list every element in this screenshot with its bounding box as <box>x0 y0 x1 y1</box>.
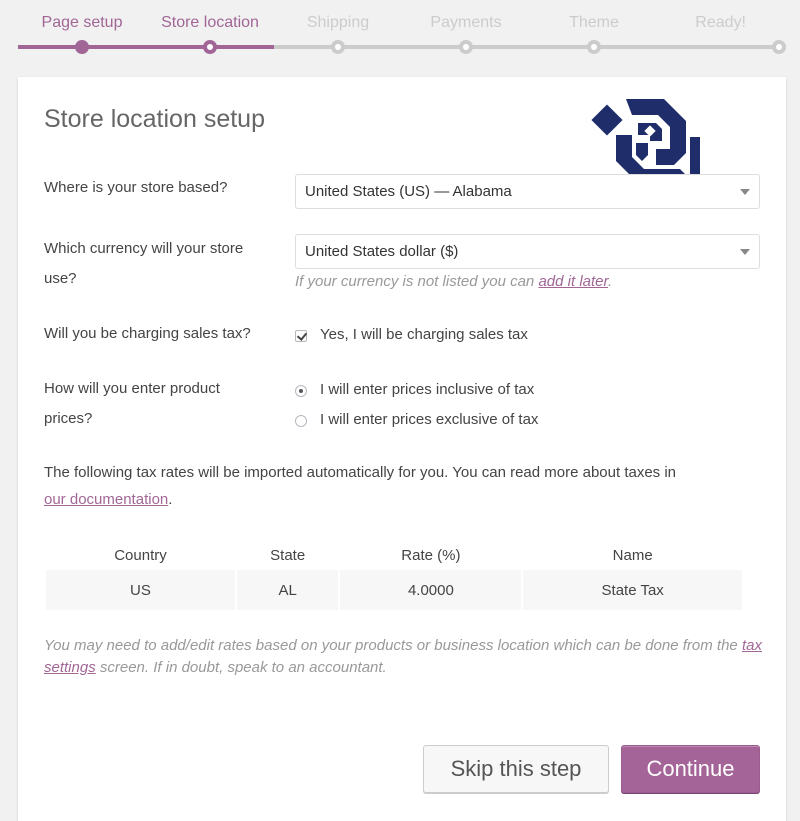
cell-state: AL <box>236 570 339 610</box>
setup-steps: Page setup Store location Shipping Payme… <box>18 0 786 60</box>
currency-value: United States dollar ($) <box>305 243 459 260</box>
currency-hint: If your currency is not listed you can a… <box>295 273 612 290</box>
prices-exclusive-radio[interactable] <box>295 415 307 427</box>
step-page-setup[interactable]: Page setup <box>18 0 146 60</box>
chevron-down-icon <box>740 249 750 255</box>
step-label: Store location <box>161 14 259 31</box>
currency-label-line2: use? <box>44 270 77 287</box>
step-dot <box>772 40 786 54</box>
step-label: Page setup <box>41 14 123 31</box>
tax-rates-table: Country State Rate (%) Name US AL 4.0000… <box>44 540 744 610</box>
documentation-link[interactable]: our documentation <box>44 491 168 508</box>
column-header-country: Country <box>114 546 167 564</box>
step-label: Ready! <box>695 14 746 31</box>
column-header-state: State <box>270 546 306 564</box>
prices-inclusive-label[interactable]: I will enter prices inclusive of tax <box>320 381 534 398</box>
store-country-value: United States (US) — Alabama <box>305 183 512 200</box>
store-based-label: Where is your store based? <box>44 179 228 196</box>
skip-step-button[interactable]: Skip this step <box>423 745 609 793</box>
table-header-row: Country State Rate (%) Name <box>46 540 742 570</box>
step-label: Payments <box>430 14 502 31</box>
column-header-rate: Rate (%) <box>401 546 461 564</box>
step-shipping[interactable]: Shipping <box>274 0 402 60</box>
prices-label-line1: How will you enter product <box>44 380 220 397</box>
step-store-location[interactable]: Store location <box>146 0 274 60</box>
cell-name: State Tax <box>523 570 742 610</box>
sales-tax-checkbox[interactable] <box>295 330 307 342</box>
prices-label-line2: prices? <box>44 410 93 427</box>
prices-exclusive-label[interactable]: I will enter prices exclusive of tax <box>320 411 538 428</box>
step-label: Shipping <box>306 14 370 31</box>
step-dot <box>459 40 473 54</box>
tax-note-text: You may need to add/edit rates based on … <box>44 637 742 654</box>
chevron-down-icon <box>740 189 750 195</box>
step-payments[interactable]: Payments <box>402 0 530 60</box>
setup-card: Store location setup sargon Where is you… <box>18 77 786 821</box>
tax-import-paragraph: The following tax rates will be imported… <box>44 459 764 513</box>
sales-tax-label: Will you be charging sales tax? <box>44 325 251 342</box>
tax-import-suffix: . <box>168 491 173 508</box>
store-country-select[interactable]: United States (US) — Alabama <box>295 174 760 209</box>
column-header-name: Name <box>612 546 653 564</box>
tax-note: You may need to add/edit rates based on … <box>44 635 764 679</box>
prices-inclusive-radio[interactable] <box>295 385 307 397</box>
page-title: Store location setup <box>44 105 265 133</box>
step-ready[interactable]: Ready! <box>658 0 786 60</box>
continue-button[interactable]: Continue <box>621 745 760 793</box>
step-progress-line <box>658 45 786 49</box>
step-dot <box>203 40 217 54</box>
tax-note-suffix: screen. If in doubt, speak to an account… <box>95 659 387 676</box>
sales-tax-option-label[interactable]: Yes, I will be charging sales tax <box>320 326 528 343</box>
currency-hint-suffix: . <box>607 273 613 290</box>
step-dot <box>587 40 601 54</box>
currency-select[interactable]: United States dollar ($) <box>295 234 760 269</box>
step-dot <box>331 40 345 54</box>
cell-country: US <box>46 570 235 610</box>
step-dot <box>75 40 89 54</box>
prices-label: How will you enter product prices? <box>44 374 220 434</box>
add-currency-later-link[interactable]: add it later <box>538 273 608 290</box>
currency-label: Which currency will your store use? <box>44 234 243 294</box>
step-label: Theme <box>569 14 619 31</box>
tax-import-text: The following tax rates will be imported… <box>44 464 677 481</box>
step-theme[interactable]: Theme <box>530 0 658 60</box>
cell-rate: 4.0000 <box>340 570 522 610</box>
table-row: US AL 4.0000 State Tax <box>46 570 742 610</box>
currency-label-line1: Which currency will your store <box>44 240 244 257</box>
currency-hint-text: If your currency is not listed you can <box>295 273 539 290</box>
